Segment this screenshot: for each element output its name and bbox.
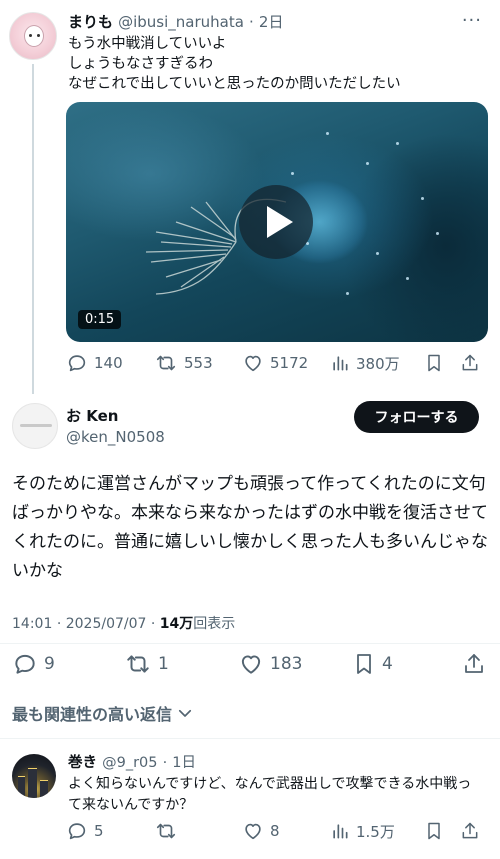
bookmark-icon	[428, 354, 440, 372]
video-player[interactable]: 0:15	[66, 102, 488, 342]
parent-tweet-text: もう水中戦消していいよ しょうもなさすぎるわ なぜこれで出していいと思ったのか問…	[68, 34, 488, 94]
text-line: て来ないんですか？	[68, 797, 194, 813]
reply-header: 巻き @9_r05 · 1日	[68, 751, 196, 772]
avatar[interactable]	[9, 12, 57, 60]
view-count: 1.5万	[356, 822, 395, 841]
reply-button[interactable]: 5	[66, 820, 154, 842]
reply-count: 9	[44, 654, 55, 674]
reply-icon	[68, 355, 86, 372]
analytics-icon	[333, 824, 348, 839]
views-button[interactable]: 1.5万	[330, 820, 424, 842]
parent-tweet-header: まりも @ibusi_naruhata · 2日	[68, 11, 283, 32]
heart-icon	[241, 655, 261, 674]
like-count: 8	[270, 822, 280, 840]
heart-icon	[245, 355, 261, 372]
main-tweet-author: お Ken @ken_N0508	[66, 405, 165, 446]
reply-button[interactable]: 9	[12, 651, 124, 677]
thread-line	[32, 64, 34, 394]
text-line: なぜこれで出していいと思ったのか問いただしたい	[68, 76, 401, 92]
repost-icon	[156, 823, 176, 839]
heart-icon	[245, 823, 261, 840]
share-button[interactable]	[462, 651, 490, 677]
like-button[interactable]: 5172	[242, 352, 330, 374]
view-count: 380万	[356, 354, 400, 373]
avatar[interactable]	[12, 403, 58, 449]
display-name[interactable]: まりも	[68, 13, 113, 31]
like-button[interactable]: 183	[238, 651, 352, 677]
video-duration: 0:15	[78, 310, 122, 329]
share-icon	[465, 654, 483, 673]
like-button[interactable]: 8	[242, 820, 330, 842]
reply-sort-dropdown[interactable]: 最も関連性の高い返信	[12, 701, 194, 725]
repost-icon	[156, 355, 176, 371]
chevron-down-icon	[178, 709, 192, 717]
bookmark-button[interactable]	[424, 820, 460, 842]
bookmark-button[interactable]: 4	[352, 651, 462, 677]
play-icon	[267, 206, 293, 238]
text-line: くれたのに。普通に嬉しいし懐かしく思った人も多いんじゃな	[12, 532, 488, 552]
share-icon	[462, 354, 478, 371]
follow-button[interactable]: フォローする	[354, 401, 479, 433]
tweet-date[interactable]: 2025/07/07	[66, 616, 147, 632]
reply-icon	[68, 823, 86, 840]
sort-label: 最も関連性の高い返信	[12, 705, 173, 724]
display-name[interactable]: お Ken	[66, 405, 165, 426]
repost-button[interactable]: 553	[154, 352, 242, 374]
repost-button[interactable]: 1	[124, 651, 238, 677]
timestamp[interactable]: 1日	[172, 755, 196, 771]
user-handle[interactable]: @9_r05	[102, 755, 157, 771]
text-line: よく知らないんですけど、なんで武器出しで攻撃できる水中戦っ	[68, 776, 472, 792]
repost-button[interactable]	[154, 820, 242, 842]
reply-text: よく知らないんですけど、なんで武器出しで攻撃できる水中戦っ て来ないんですか？	[68, 774, 488, 816]
parent-action-bar: 140 553 5172 380万	[66, 352, 488, 374]
repost-count: 1	[158, 654, 169, 674]
avatar[interactable]	[12, 754, 56, 798]
reply-count: 5	[94, 822, 104, 840]
more-options-icon[interactable]: ···	[462, 10, 482, 31]
text-line: ばっかりやな。本来なら来なかったはずの水中戦を復活させて	[12, 503, 488, 523]
like-count: 183	[270, 654, 303, 674]
divider	[0, 738, 500, 739]
play-button[interactable]	[239, 185, 313, 259]
share-icon	[462, 822, 478, 839]
tweet-time[interactable]: 14:01	[12, 616, 52, 632]
bookmark-button[interactable]	[424, 352, 460, 374]
view-count: 14万	[159, 616, 194, 632]
analytics-icon	[333, 356, 348, 371]
reply-count: 140	[94, 354, 123, 372]
display-name[interactable]: 巻き	[68, 755, 97, 771]
repost-count: 553	[184, 354, 213, 372]
reply-button[interactable]: 140	[66, 352, 154, 374]
repost-icon	[127, 655, 149, 673]
bookmark-icon	[357, 654, 371, 674]
bookmark-icon	[428, 822, 440, 840]
main-tweet-text: そのために運営さんがマップも頑張って作ってくれたのに文句 ばっかりやな。本来なら…	[12, 470, 490, 586]
view-label: 回表示	[193, 616, 236, 632]
like-count: 5172	[270, 354, 309, 372]
reply-icon	[15, 654, 35, 674]
tweet-meta: 14:01 · 2025/07/07 · 14万回表示	[12, 616, 236, 632]
main-action-bar: 9 1 183 4	[12, 652, 490, 676]
bookmark-count: 4	[382, 654, 393, 674]
text-line: しょうもなさすぎるわ	[68, 56, 213, 72]
separator: ·	[162, 755, 168, 771]
views-button[interactable]: 380万	[330, 352, 424, 374]
share-button[interactable]	[460, 820, 488, 842]
text-line: そのために運営さんがマップも頑張って作ってくれたのに文句	[12, 474, 486, 494]
timestamp[interactable]: 2日	[259, 13, 284, 31]
divider	[0, 643, 500, 644]
text-line: もう水中戦消していいよ	[68, 36, 227, 52]
reply-action-bar: 5 8 1.5万	[66, 820, 488, 842]
separator: ·	[249, 13, 254, 31]
user-handle[interactable]: @ibusi_naruhata	[118, 13, 244, 31]
share-button[interactable]	[460, 352, 488, 374]
user-handle[interactable]: @ken_N0508	[66, 428, 165, 446]
text-line: いかな	[12, 561, 63, 581]
